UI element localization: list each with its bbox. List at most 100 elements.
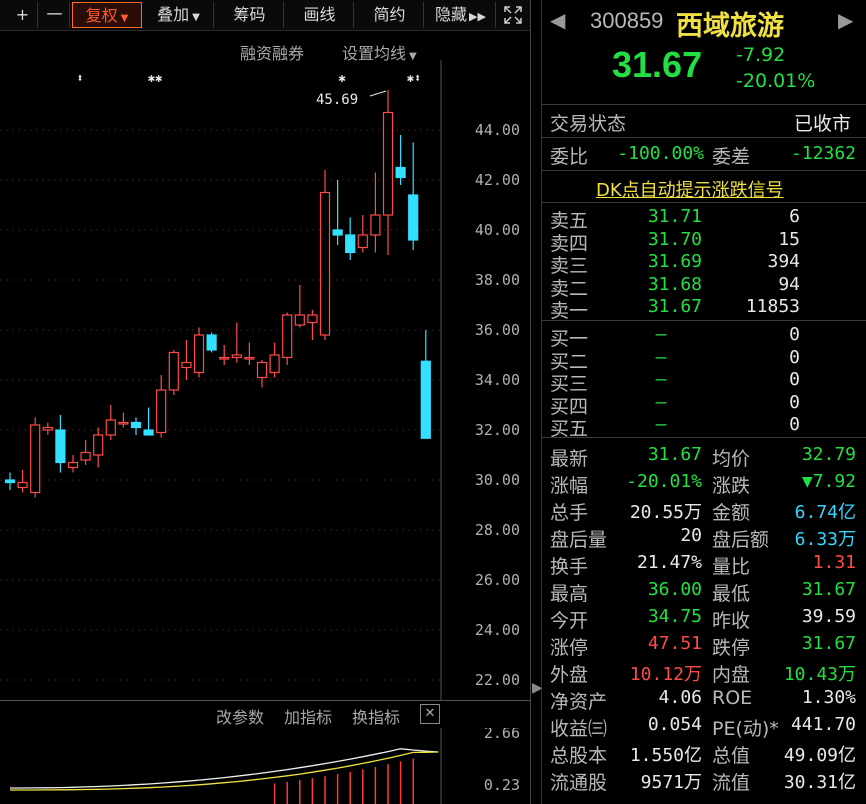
- candle-body: [4, 479, 16, 484]
- candle-body: [345, 234, 356, 254]
- stat-value: 0.054: [647, 714, 702, 735]
- event-marker: ⬍: [76, 71, 83, 85]
- sell-level-volume: 6: [789, 206, 800, 227]
- weicha-value: -12362: [790, 143, 856, 164]
- indicator-line-yellow: [10, 751, 439, 791]
- dk-signal-link[interactable]: DK点自动提示涨跌信号: [596, 176, 784, 202]
- indicator-tick-label: 2.66: [484, 728, 520, 742]
- stat-value: ▼7.92: [801, 471, 856, 492]
- huaxian-button[interactable]: 画线: [286, 2, 354, 28]
- candle-body: [118, 421, 129, 425]
- stat-value: 30.31亿: [783, 772, 856, 793]
- stat-label: 外盘: [550, 664, 589, 686]
- add-indicator-button[interactable]: 加指标: [284, 704, 332, 728]
- buy-level-price: —: [655, 391, 667, 413]
- y-tick-label: 34.00: [475, 371, 520, 389]
- buy-level-price: —: [655, 346, 667, 368]
- stat-label: 总值: [712, 745, 751, 767]
- jianyue-button[interactable]: 简约: [356, 2, 424, 28]
- buy-level-price: —: [655, 369, 667, 391]
- buy-level-price: —: [655, 324, 667, 345]
- switch-indicator-button[interactable]: 换指标: [352, 704, 400, 728]
- y-tick-label: 26.00: [475, 571, 520, 589]
- candle-body: [193, 334, 205, 374]
- sell-level-price: 31.71: [647, 206, 702, 227]
- zoom-out-button[interactable]: 一: [40, 2, 70, 28]
- stat-value: 39.59: [801, 606, 856, 627]
- event-marker: ✱⬍: [407, 71, 421, 85]
- candle-body: [206, 334, 217, 351]
- next-stock-icon[interactable]: ▶: [838, 8, 853, 32]
- stat-value: 21.47%: [636, 552, 702, 573]
- stat-label: 涨跌: [712, 475, 751, 497]
- divider: [542, 104, 866, 105]
- zoom-in-button[interactable]: +: [8, 2, 38, 28]
- stat-value: 49.09亿: [783, 745, 856, 766]
- stock-code: 300859: [590, 8, 664, 33]
- sell-level-volume: 15: [778, 228, 800, 250]
- stat-value: 31.67: [801, 633, 856, 654]
- y-tick-label: 44.00: [475, 121, 520, 139]
- candle-body: [370, 214, 381, 236]
- stat-label: 流值: [712, 772, 751, 794]
- indicator-chart[interactable]: 2.66 0.23: [0, 728, 530, 804]
- candle-body: [55, 429, 66, 464]
- candle-body: [382, 111, 394, 216]
- stat-label: 总股本: [550, 745, 608, 767]
- candle-body: [156, 389, 167, 434]
- divider: [542, 437, 866, 438]
- stat-label: 最低: [712, 583, 751, 605]
- stat-value: 20.55万: [629, 502, 702, 523]
- status-label: 交易状态: [550, 113, 627, 135]
- weibi-value: -100.00%: [617, 143, 704, 164]
- prev-stock-icon[interactable]: ◀: [550, 8, 565, 32]
- candle-body: [17, 481, 28, 489]
- panel-separator: [530, 0, 531, 804]
- stat-label: 换手: [550, 556, 589, 578]
- candle-body: [282, 314, 293, 359]
- candle-body: [181, 361, 192, 369]
- high-price-label: 45.69: [316, 92, 358, 108]
- fuquan-dropdown[interactable]: 复权 ▼: [72, 2, 142, 28]
- stat-label: 盘后额: [712, 529, 770, 551]
- candle-body: [67, 461, 79, 469]
- diejia-label: 叠加: [157, 5, 190, 24]
- stat-value: 441.70: [790, 714, 856, 735]
- y-tick-label: 36.00: [475, 321, 520, 339]
- buy-level-volume: 0: [789, 391, 800, 413]
- candle-body: [105, 419, 116, 436]
- chouma-button[interactable]: 筹码: [216, 2, 284, 28]
- panel-divider: [0, 700, 530, 701]
- fuquan-label: 复权: [85, 6, 118, 25]
- buy-level-volume: 0: [789, 324, 800, 345]
- buy-level-price: —: [655, 414, 667, 436]
- candle-body: [395, 166, 406, 179]
- stat-value: 32.79: [801, 444, 856, 465]
- yincang-button[interactable]: 隐藏 ▶▶: [426, 2, 496, 28]
- stat-label: PE(动)*: [712, 718, 779, 740]
- stat-value: 6.74亿: [794, 502, 856, 523]
- stat-value: 4.06: [658, 687, 702, 708]
- candle-body: [93, 434, 104, 456]
- stat-label: 金额: [712, 502, 751, 524]
- last-price: 31.67: [612, 44, 703, 85]
- diejia-dropdown[interactable]: 叠加 ▼: [144, 2, 214, 28]
- expand-icon[interactable]: [498, 2, 528, 28]
- event-marker: ✱: [338, 71, 345, 85]
- candle-body: [408, 194, 419, 241]
- candle-body: [269, 354, 280, 374]
- candle-body: [332, 229, 343, 236]
- double-arrow-right-icon: ▶▶: [469, 10, 486, 23]
- sell-level-price: 31.68: [647, 273, 702, 295]
- close-icon[interactable]: ✕: [420, 704, 440, 724]
- panel-separator-inner: [541, 0, 542, 804]
- candlestick-chart[interactable]: 44.00 42.00 40.00 38.00 36.00 34.00 32.00 30.00…: [0, 60, 530, 700]
- y-tick-label: 32.00: [475, 421, 520, 439]
- change-params-button[interactable]: 改参数: [216, 704, 264, 728]
- divider: [542, 137, 866, 138]
- stat-value: 6.33万: [794, 529, 856, 550]
- chevron-down-icon: ▼: [192, 12, 200, 23]
- candle-body: [30, 424, 41, 494]
- sell-level-volume: 394: [767, 251, 800, 273]
- stat-label: 均价: [712, 448, 751, 470]
